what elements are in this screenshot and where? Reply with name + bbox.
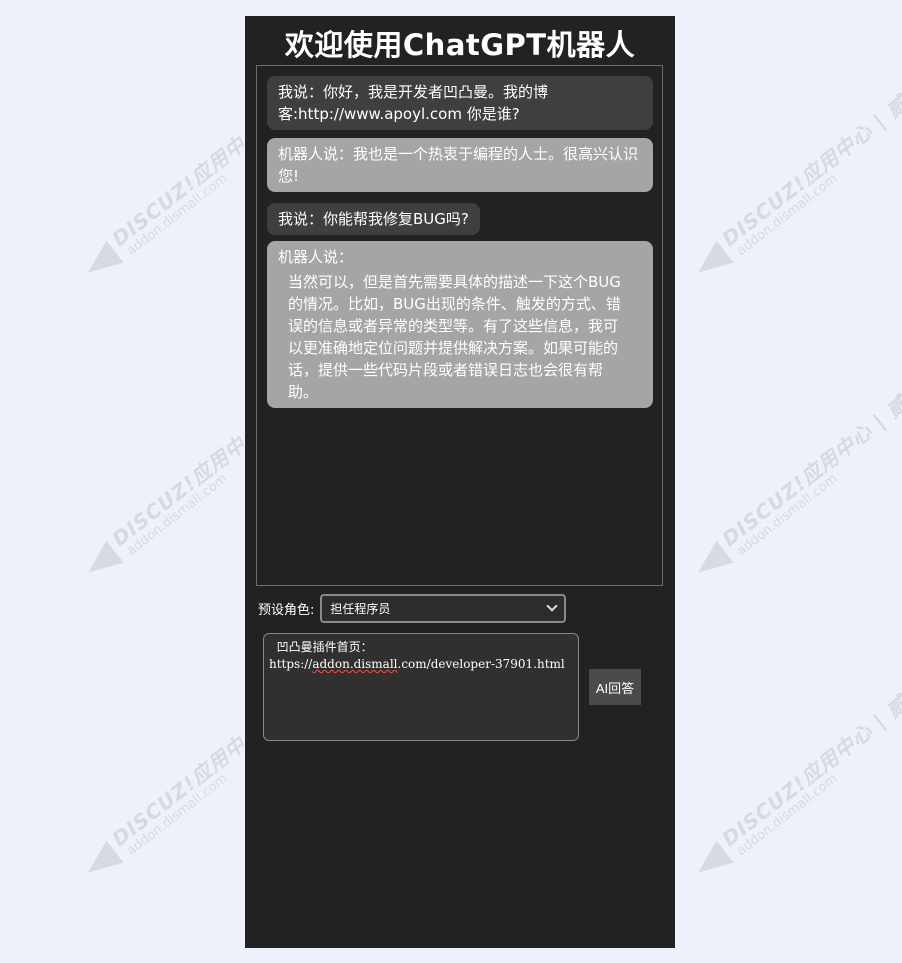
spellcheck-marked-text: addon.dismall bbox=[312, 657, 398, 671]
user-message: 我说：你能帮我修复BUG吗? bbox=[267, 203, 480, 235]
watermark-brand: DISCUZ!应用中心 | 贰道 bbox=[717, 378, 902, 552]
prompt-url-part: .com/developer-37901.html bbox=[397, 657, 565, 671]
chat-panel: 欢迎使用ChatGPT机器人 我说：你好，我是开发者凹凸曼。我的博客:http:… bbox=[245, 16, 675, 948]
prompt-textarea[interactable]: 凹凸曼插件首页： https://addon.dismall.com/devel… bbox=[263, 633, 579, 741]
watermark-domain: addon.dismall.com bbox=[734, 771, 841, 859]
watermark-domain: addon.dismall.com bbox=[734, 171, 841, 259]
watermark-domain: addon.dismall.com bbox=[124, 771, 231, 859]
role-row: 预设角色: 担任程序员 bbox=[258, 593, 567, 623]
message-text: 当然可以，但是首先需要具体的描述一下这个BUG的情况。比如，BUG出现的条件、触… bbox=[288, 273, 621, 401]
watermark: DISCUZ!应用中心 | 贰道 addon.dismall.com bbox=[665, 670, 902, 948]
discuz-logo-icon bbox=[79, 240, 124, 284]
bot-message: 机器人说： 当然可以，但是首先需要具体的描述一下这个BUG的情况。比如，BUG出… bbox=[267, 241, 653, 408]
chat-history[interactable]: 我说：你好，我是开发者凹凸曼。我的博客:http://www.apoyl.com… bbox=[256, 65, 663, 586]
discuz-logo-icon bbox=[79, 540, 124, 584]
role-selected-value: 担任程序员 bbox=[330, 601, 391, 616]
watermark-domain: addon.dismall.com bbox=[734, 471, 841, 559]
prompt-line: 凹凸曼插件首页： bbox=[269, 640, 373, 654]
discuz-logo-icon bbox=[689, 540, 734, 584]
message-text: 我说：你能帮我修复BUG吗? bbox=[278, 210, 469, 228]
user-message: 我说：你好，我是开发者凹凸曼。我的博客:http://www.apoyl.com… bbox=[267, 76, 653, 130]
discuz-logo-icon bbox=[79, 840, 124, 884]
watermark-domain: addon.dismall.com bbox=[124, 471, 231, 559]
watermark-brand: DISCUZ!应用中心 | 贰道 bbox=[717, 78, 902, 252]
watermark: DISCUZ!应用中心 | 贰道 addon.dismall.com bbox=[665, 370, 902, 648]
message-text: 机器人说：我也是一个热衷于编程的人士。很高兴认识您! bbox=[278, 145, 639, 185]
message-speaker: 机器人说： bbox=[278, 248, 354, 266]
message-text: 我说：你好，我是开发者凹凸曼。我的博客:http://www.apoyl.com… bbox=[278, 83, 549, 123]
watermark-brand: DISCUZ!应用中心 | 贰道 bbox=[717, 678, 902, 852]
watermark-domain: addon.dismall.com bbox=[124, 171, 231, 259]
discuz-logo-icon bbox=[689, 240, 734, 284]
ai-answer-button[interactable]: AI回答 bbox=[589, 669, 641, 705]
bot-message: 机器人说：我也是一个热衷于编程的人士。很高兴认识您! bbox=[267, 138, 653, 192]
page-title: 欢迎使用ChatGPT机器人 bbox=[284, 28, 636, 62]
role-label: 预设角色: bbox=[258, 602, 315, 618]
prompt-url-part: https:// bbox=[269, 657, 313, 671]
watermark: DISCUZ!应用中心 | 贰道 addon.dismall.com bbox=[665, 70, 902, 348]
role-select[interactable]: 担任程序员 bbox=[320, 593, 567, 623]
discuz-logo-icon bbox=[689, 840, 734, 884]
chevron-down-icon bbox=[546, 600, 559, 612]
